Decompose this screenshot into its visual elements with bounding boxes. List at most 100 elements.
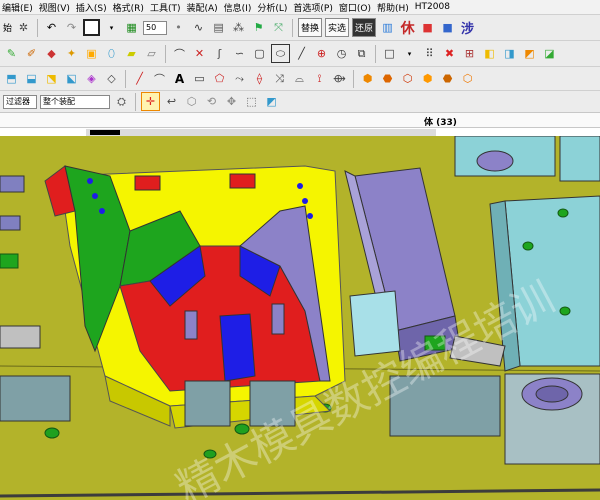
menu-ht2008[interactable]: HT2008 xyxy=(415,2,450,12)
menu-info[interactable]: 信息(I) xyxy=(224,1,252,14)
revolve-icon[interactable]: ⬓ xyxy=(23,70,40,87)
box-select-icon[interactable]: ⬚ xyxy=(243,93,260,110)
extend-icon[interactable]: ⟟ xyxy=(311,70,328,87)
horizontal-scrollbar[interactable] xyxy=(86,129,436,136)
chart-icon[interactable]: ▥ xyxy=(379,19,396,36)
menu-view[interactable]: 视图(V) xyxy=(39,1,70,14)
settings-icon[interactable]: ✲ xyxy=(15,19,32,36)
offset-face-icon[interactable]: ⬡ xyxy=(459,70,476,87)
point-icon[interactable]: • xyxy=(170,19,187,36)
menu-window[interactable]: 窗口(O) xyxy=(339,1,371,14)
offset-icon[interactable]: ⧉ xyxy=(353,45,370,62)
sketch-icon[interactable]: ✎ xyxy=(3,45,20,62)
bridge-icon[interactable]: ⌓ xyxy=(291,70,308,87)
replace-button[interactable]: 替换 xyxy=(298,18,323,37)
circle-icon[interactable]: ⊕ xyxy=(313,45,330,62)
menu-format[interactable]: 格式(R) xyxy=(113,1,144,14)
cylinder xyxy=(476,150,514,172)
bend-icon[interactable]: ʃ xyxy=(211,45,228,62)
delete-icon[interactable]: ✖ xyxy=(441,45,458,62)
back-arrow-icon[interactable]: ↩ xyxy=(163,93,180,110)
menu-analysis[interactable]: 分析(L) xyxy=(257,1,287,14)
transform-icon[interactable]: ⤧ xyxy=(270,19,287,36)
sew-icon[interactable]: ⬡ xyxy=(399,70,416,87)
cylinder-icon[interactable]: ⬯ xyxy=(103,45,120,62)
brush-icon[interactable]: ✐ xyxy=(23,45,40,62)
cube-red-icon[interactable]: ■ xyxy=(419,19,436,36)
arc-icon[interactable]: ⌒ xyxy=(171,45,188,62)
selection-icon[interactable]: ⛭ xyxy=(113,93,130,110)
menu-insert[interactable]: 插入(S) xyxy=(76,1,107,14)
line-icon[interactable]: ╱ xyxy=(293,45,310,62)
layer-icon[interactable]: ▦ xyxy=(123,19,140,36)
paste-icon[interactable]: ▰ xyxy=(123,45,140,62)
square-icon[interactable]: □ xyxy=(381,45,398,62)
solid-orange-icon[interactable]: ◩ xyxy=(521,45,538,62)
menu-help[interactable]: 帮助(H) xyxy=(377,1,409,14)
line-tool-icon[interactable]: ╱ xyxy=(131,70,148,87)
undo-icon[interactable]: ↶ xyxy=(43,19,60,36)
arc-tool-icon[interactable]: ⌒ xyxy=(151,70,168,87)
dropdown-icon[interactable]: ▾ xyxy=(401,45,418,62)
curve-icon[interactable]: ∽ xyxy=(231,45,248,62)
solid-green-icon[interactable]: ◪ xyxy=(541,45,558,62)
star-icon[interactable]: ✦ xyxy=(63,45,80,62)
body-icon[interactable]: 休 xyxy=(399,19,416,37)
surface-icon[interactable]: ⬢ xyxy=(359,70,376,87)
extrude-icon[interactable]: ⬒ xyxy=(3,70,20,87)
step-icon[interactable]: 涉 xyxy=(459,19,476,37)
view-orient-icon[interactable]: ◩ xyxy=(263,93,280,110)
graphics-viewport[interactable]: 精木模具数控编程培训 xyxy=(0,136,600,500)
clock-icon[interactable]: ◷ xyxy=(333,45,350,62)
clamp-hole xyxy=(535,385,569,403)
layer-select[interactable]: 50 xyxy=(143,20,168,35)
cut-icon[interactable]: ⬔ xyxy=(43,70,60,87)
measure-icon[interactable]: ⊞ xyxy=(461,45,478,62)
solid-select-button[interactable]: 实选 xyxy=(325,18,350,37)
menu-tools[interactable]: 工具(T) xyxy=(150,1,181,14)
redo-icon[interactable]: ↷ xyxy=(63,19,80,36)
chamfer-icon[interactable]: ◇ xyxy=(103,70,120,87)
project-icon[interactable]: ⤨ xyxy=(271,70,288,87)
text-icon[interactable]: A xyxy=(171,70,188,87)
pan-icon[interactable]: ✥ xyxy=(223,93,240,110)
mesh-icon[interactable]: ⬣ xyxy=(379,70,396,87)
flag-icon[interactable]: ⚑ xyxy=(250,19,267,36)
scrollbar-thumb[interactable] xyxy=(90,130,120,135)
menu-preferences[interactable]: 首选项(P) xyxy=(293,1,332,14)
boundary-icon[interactable]: ▢ xyxy=(251,45,268,62)
cube-blue-icon[interactable]: ■ xyxy=(439,19,456,36)
copy-icon[interactable]: ▱ xyxy=(143,45,160,62)
start-label[interactable]: 始 xyxy=(3,21,12,34)
shell-icon[interactable]: ⬣ xyxy=(439,70,456,87)
solid-blue-icon[interactable]: ◨ xyxy=(501,45,518,62)
snap-point-icon[interactable]: ✛ xyxy=(141,92,160,111)
polygon-icon[interactable]: ⬠ xyxy=(211,70,228,87)
ellipse-icon[interactable]: ⬭ xyxy=(271,44,290,63)
type-filter-select[interactable]: 过滤器 xyxy=(3,94,37,109)
split-icon[interactable]: ⟠ xyxy=(251,70,268,87)
scope-select[interactable]: 整个装配 xyxy=(40,94,110,109)
restore-button[interactable]: 还原 xyxy=(352,18,377,37)
view-cube-icon[interactable]: ⬡ xyxy=(183,93,200,110)
spline-tool-icon[interactable]: ⤳ xyxy=(231,70,248,87)
pin xyxy=(184,310,198,340)
shape-icon[interactable]: ◆ xyxy=(43,45,60,62)
dropdown-icon[interactable]: ▾ xyxy=(103,19,120,36)
group-icon[interactable]: ⠿ xyxy=(421,45,438,62)
rectangle-icon[interactable]: ▭ xyxy=(191,70,208,87)
trim-icon[interactable]: ⬕ xyxy=(63,70,80,87)
blend-icon[interactable]: ◈ xyxy=(83,70,100,87)
join-icon[interactable]: ⟴ xyxy=(331,70,348,87)
intersect-icon[interactable]: ✕ xyxy=(191,45,208,62)
spline-icon[interactable]: ∿ xyxy=(190,19,207,36)
vertex-icon[interactable]: ⁂ xyxy=(230,19,247,36)
hatch-icon[interactable]: ▤ xyxy=(210,19,227,36)
menu-edit[interactable]: 编辑(E) xyxy=(2,1,33,14)
box-icon[interactable]: ▣ xyxy=(83,45,100,62)
solid-yellow-icon[interactable]: ◧ xyxy=(481,45,498,62)
color-swatch-icon[interactable] xyxy=(83,19,101,36)
menu-assembly[interactable]: 装配(A) xyxy=(186,1,217,14)
rotate-icon[interactable]: ⟲ xyxy=(203,93,220,110)
thicken-icon[interactable]: ⬢ xyxy=(419,70,436,87)
